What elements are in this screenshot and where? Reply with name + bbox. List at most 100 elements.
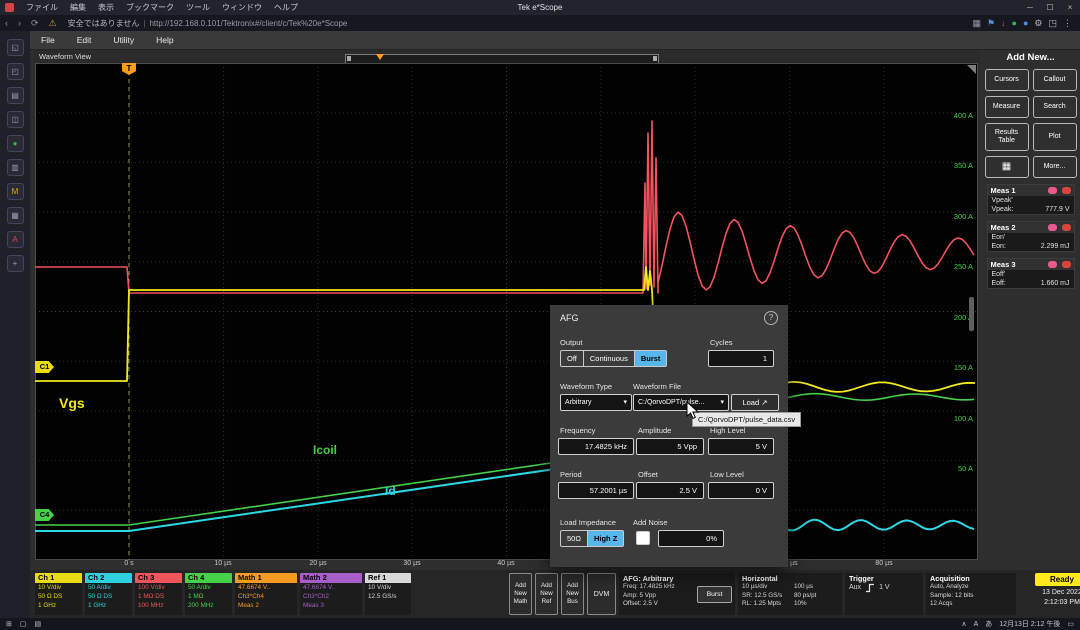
results-table-button[interactable]: Results Table (985, 123, 1029, 151)
ch1-badge[interactable]: Ch 1 10 V/div 50 Ω DS 1 GHz (35, 573, 82, 615)
bookmark-flag-icon[interactable]: ⚑ (987, 18, 995, 29)
add-noise-checkbox[interactable] (636, 531, 650, 545)
math2-badge[interactable]: Math 2 47.6674 V.. Ch3*Ch2 Meas 3 (300, 573, 362, 615)
cursors-button[interactable]: Cursors (985, 69, 1029, 91)
minimize-icon[interactable]: ─ (1020, 3, 1040, 12)
frequency-input[interactable]: 17.4825 kHz (558, 438, 634, 455)
add-new-bus-button[interactable]: Add New Bus (561, 573, 584, 615)
meas1-function: Vpeak' (988, 196, 1074, 205)
forward-icon[interactable]: › (13, 18, 26, 28)
panel-icon-8[interactable]: ▦ (7, 207, 24, 224)
amp-axis-label: 400 A (954, 111, 973, 120)
record-view-trigger-marker[interactable] (376, 54, 384, 60)
add-new-ref-button[interactable]: Add New Ref (535, 573, 558, 615)
os-menu-bookmarks[interactable]: ブックマーク (120, 2, 180, 13)
trigger-badge[interactable]: Trigger Aux 1 V (845, 573, 923, 615)
back-icon[interactable]: ‹ (0, 18, 13, 28)
horizontal-title: Horizontal (738, 573, 842, 583)
panel-icon-7[interactable]: M (7, 183, 24, 200)
os-menu-file[interactable]: ファイル (20, 2, 64, 13)
search-button[interactable]: Search (1033, 96, 1077, 118)
horizontal-badge[interactable]: Horizontal 10 µs/div100 µs SR: 12.5 GS/s… (738, 573, 842, 615)
file-explorer-icon[interactable]: ▤ (35, 620, 42, 628)
output-off-button[interactable]: Off (560, 350, 584, 367)
scope-menu-edit[interactable]: Edit (66, 35, 103, 45)
tab-grid-icon[interactable]: ▦ (972, 18, 981, 29)
afg-badge-title: AFG: Arbitrary (619, 573, 735, 583)
os-menu-edit[interactable]: 編集 (64, 2, 92, 13)
amplitude-input[interactable]: 5 Vpp (636, 438, 704, 455)
callout-button[interactable]: Callout (1033, 69, 1077, 91)
period-input[interactable]: 57.2001 µs (558, 482, 634, 499)
record-view-left-handle[interactable] (347, 56, 351, 61)
panel-icon-2[interactable]: ◰ (7, 63, 24, 80)
histogram-icon-button[interactable]: ▦ (985, 156, 1029, 178)
record-view-right-handle[interactable] (653, 56, 657, 61)
download-icon[interactable]: ↓ (1001, 18, 1006, 28)
close-icon[interactable]: × (1060, 3, 1080, 12)
high-level-input[interactable]: 5 V (708, 438, 774, 455)
menu-dots-icon[interactable]: ⋮ (1063, 18, 1072, 29)
ime-mode-kana[interactable]: あ (985, 619, 992, 629)
help-icon[interactable]: ? (764, 311, 778, 325)
tray-caret-icon[interactable]: ∧ (961, 620, 966, 628)
ch4-badge[interactable]: Ch 4 50 A/div 1 MΩ 200 MHz (185, 573, 232, 615)
measure-button[interactable]: Measure (985, 96, 1029, 118)
offset-input[interactable]: 2.5 V (636, 482, 704, 499)
start-button-icon[interactable]: ⊞ (6, 620, 12, 628)
waveform-type-select[interactable]: Arbitrary ▾ (560, 394, 632, 411)
afg-burst-button[interactable]: Burst (697, 586, 732, 603)
panel-resize-handle[interactable] (969, 297, 974, 331)
meas3-badge[interactable]: Meas 3 Eoff' Eoff: 1.660 mJ (987, 258, 1075, 289)
meas1-badge[interactable]: Meas 1 Vpeak' Vpeak: 777.9 V (987, 184, 1075, 215)
expand-corner-icon[interactable] (967, 65, 976, 74)
panel-icon-10[interactable]: + (7, 255, 24, 272)
panel-icon-1[interactable]: ◱ (7, 39, 24, 56)
noise-percent-input[interactable]: 0% (658, 530, 724, 547)
math1-badge[interactable]: Math 1 47.6674 V.. Ch3*Ch4 Meas 2 (235, 573, 297, 615)
add-new-math-button[interactable]: Add New Math (509, 573, 532, 615)
notification-icon[interactable]: ▭ (1067, 620, 1074, 628)
scope-menu-help[interactable]: Help (145, 35, 184, 45)
dvm-button[interactable]: DVM (587, 573, 616, 615)
profile-icon[interactable]: ● (1012, 18, 1017, 28)
os-menu-help[interactable]: ヘルプ (268, 2, 304, 13)
ch2-badge[interactable]: Ch 2 50 A/div 50 Ω DS 1 GHz (85, 573, 132, 615)
more-button[interactable]: More... (1033, 156, 1077, 178)
os-menu-tools[interactable]: ツール (180, 2, 216, 13)
taskbar-app-icon[interactable]: ▢ (20, 620, 27, 628)
plot-button[interactable]: Plot (1033, 123, 1077, 151)
address-bar[interactable]: http://192.168.0.101/Tektronix#/client/c… (149, 19, 347, 28)
low-level-input[interactable]: 0 V (708, 482, 774, 499)
scope-menu-file[interactable]: File (30, 35, 66, 45)
ch3-badge[interactable]: Ch 3 100 V/div 1 MΩ DS 100 MHz (135, 573, 182, 615)
waveform-file-select[interactable]: C:/QorvoDPT/pulse... ▾ (633, 394, 729, 411)
panel-icon-4[interactable]: ◫ (7, 111, 24, 128)
scope-menu-utility[interactable]: Utility (102, 35, 145, 45)
panel-icon-6[interactable]: ▥ (7, 159, 24, 176)
impedance-50ohm-button[interactable]: 50Ω (560, 530, 588, 547)
output-continuous-button[interactable]: Continuous (583, 350, 635, 367)
panel-icon-5[interactable]: ● (7, 135, 24, 152)
maximize-icon[interactable]: ☐ (1040, 3, 1060, 12)
os-menu-view[interactable]: 表示 (92, 2, 120, 13)
account-icon[interactable]: ● (1023, 18, 1028, 28)
load-button[interactable]: Load ↗ (731, 394, 779, 411)
ime-mode-a[interactable]: A (974, 621, 979, 628)
ref1-badge[interactable]: Ref 1 10 V/div 12.5 GS/s (365, 573, 411, 615)
extensions-puzzle-icon[interactable]: ◳ (1048, 18, 1057, 29)
os-menu-window[interactable]: ウィンドウ (216, 2, 268, 13)
meas3-value: 1.660 mJ (1041, 280, 1070, 287)
cycles-input[interactable]: 1 (708, 350, 774, 367)
output-burst-button[interactable]: Burst (634, 350, 668, 367)
panel-icon-9[interactable]: A (7, 231, 24, 248)
afg-badge[interactable]: AFG: Arbitrary Freq: 17.4825 kHz Amp: 5 … (619, 573, 735, 615)
meas2-badge[interactable]: Meas 2 Eon' Eon: 2.299 mJ (987, 221, 1075, 252)
settings-gear-icon[interactable]: ⚙ (1034, 18, 1042, 29)
acquisition-badge[interactable]: Acquisition Auto, Analyze Sample: 12 bit… (926, 573, 1016, 615)
panel-icon-3[interactable]: ▤ (7, 87, 24, 104)
reload-icon[interactable]: ⟳ (26, 18, 44, 29)
impedance-highz-button[interactable]: High Z (587, 530, 624, 547)
waveform-graticule[interactable]: 400 A 350 A 300 A 250 A 200 A 150 A 100 … (35, 63, 978, 560)
taskbar-datetime[interactable]: 12月13日 2:12 午後 (999, 619, 1060, 629)
